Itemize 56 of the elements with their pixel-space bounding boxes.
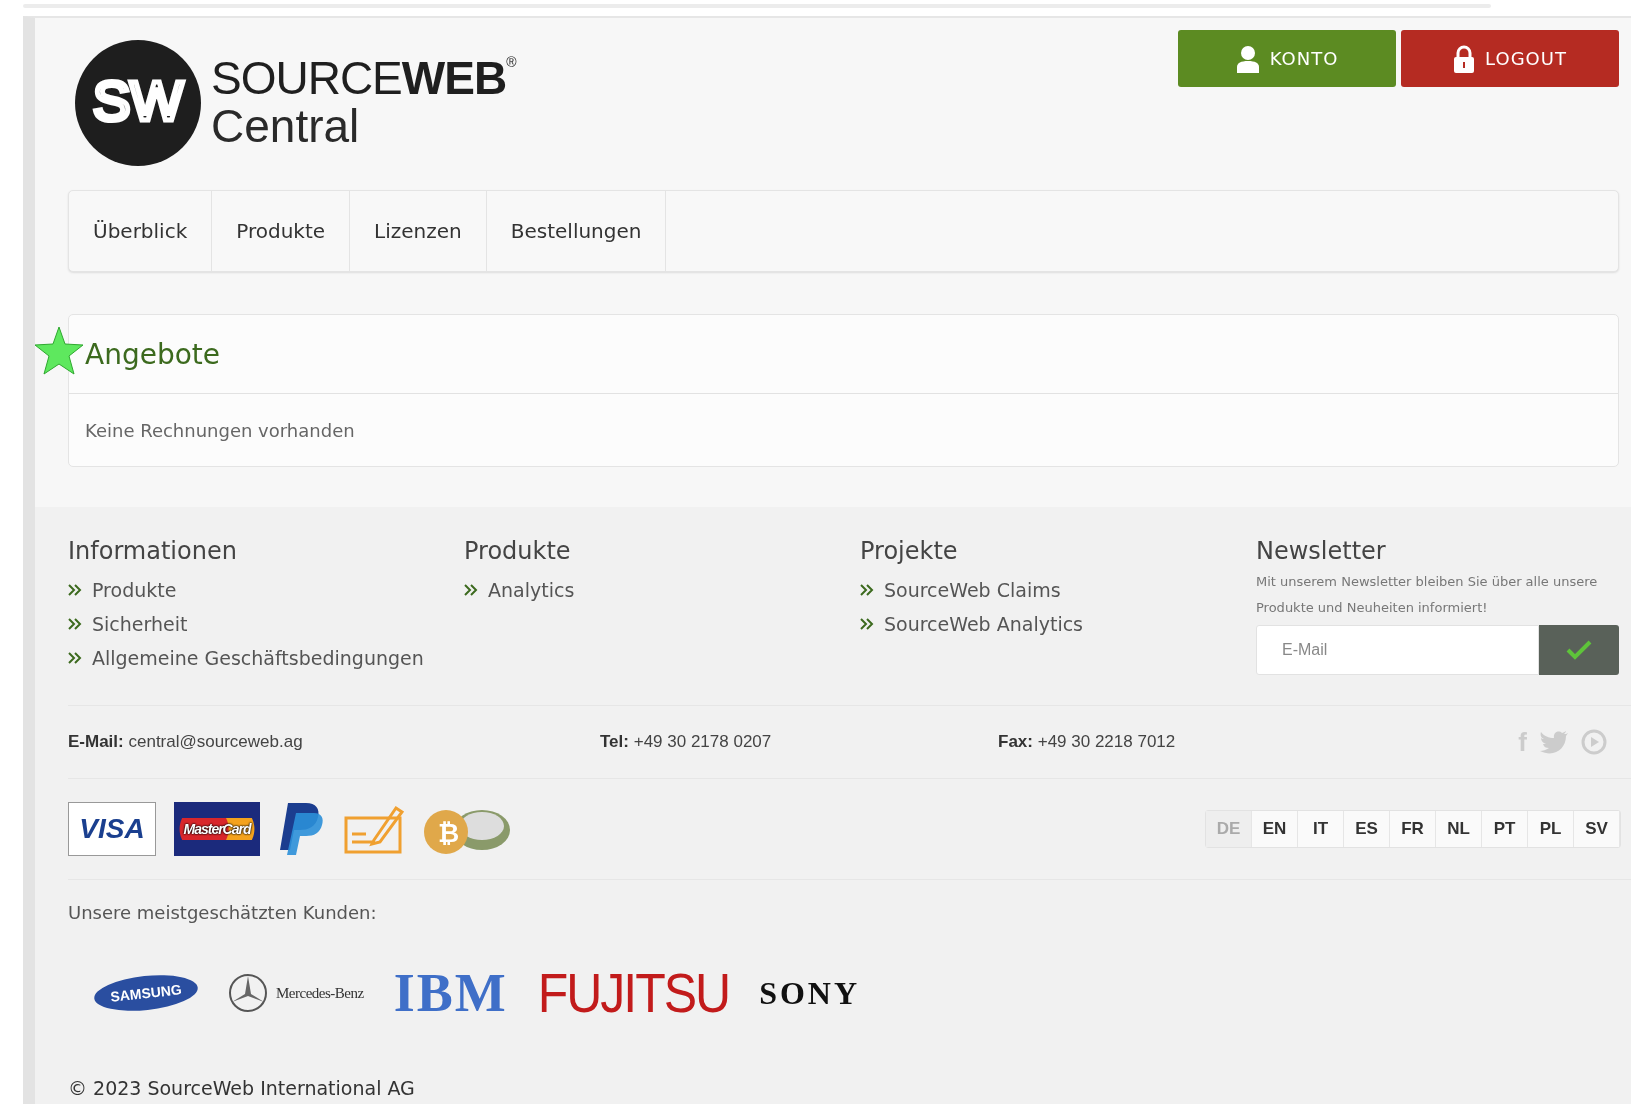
fujitsu-logo: FUJITSU xyxy=(537,961,730,1025)
footer-link[interactable]: Produkte xyxy=(68,579,464,601)
chevron-icon xyxy=(860,584,874,596)
chevron-icon xyxy=(68,652,82,664)
star-circle-icon xyxy=(228,973,268,1013)
language-option[interactable]: IT xyxy=(1298,811,1344,847)
footer-heading: Newsletter xyxy=(1256,537,1387,565)
email-field[interactable]: E-Mail xyxy=(1256,625,1539,675)
chevron-icon xyxy=(464,584,478,596)
contact-info: Fax: +49 30 2218 7012 xyxy=(998,732,1177,752)
language-option[interactable]: SV xyxy=(1574,811,1620,847)
copyright-text: © 2023 SourceWeb International AG xyxy=(68,1076,416,1101)
language-option[interactable]: PL xyxy=(1528,811,1574,847)
chevron-icon xyxy=(860,618,874,630)
language-option[interactable]: PT xyxy=(1482,811,1528,847)
language-option[interactable]: ES xyxy=(1344,811,1390,847)
logout-button[interactable]: LOGOUT xyxy=(1401,30,1619,87)
footer-heading: Informationen xyxy=(68,537,238,565)
twitter-icon[interactable] xyxy=(1539,730,1569,754)
footer-link[interactable]: Sicherheit xyxy=(68,613,464,635)
chevron-icon xyxy=(68,584,82,596)
language-option[interactable]: NL xyxy=(1436,811,1482,847)
brand-name: SOURCEWEB$^{®}$ xyxy=(211,54,516,101)
footer-heading: Projekte xyxy=(860,537,959,565)
visa-logo: VISA xyxy=(68,802,156,856)
newsletter-text: Mit unserem Newsletter bleiben Sie über alle unsere Produkte und Neuheiten informiert! xyxy=(1256,573,1599,617)
nav-tab[interactable]: Überblick xyxy=(69,191,213,271)
paypal-icon xyxy=(278,801,326,857)
empty-message: Keine Rechnungen vorhanden xyxy=(85,419,355,441)
footer-heading: Produkte xyxy=(464,537,572,565)
customers-heading: Unsere meistgeschätzten Kunden: xyxy=(68,902,378,923)
nav-tab[interactable]: Bestellungen xyxy=(486,191,667,271)
account-button[interactable]: KONTO xyxy=(1178,30,1396,87)
footer-link[interactable]: SourceWeb Claims xyxy=(860,579,1256,601)
language-option[interactable]: FR xyxy=(1390,811,1436,847)
footer-link[interactable]: Analytics xyxy=(464,579,860,601)
user-icon xyxy=(1235,44,1260,73)
logo-mark: SW xyxy=(75,40,201,166)
footer-link[interactable]: Allgemeine Geschäftsbedingungen xyxy=(68,647,464,669)
subscribe-button[interactable] xyxy=(1539,625,1619,675)
contact-info: Tel: +49 30 2178 0207 xyxy=(600,732,773,752)
contact-info: E-Mail: central@sourceweb.ag xyxy=(68,732,304,752)
panel-title: Angebote xyxy=(85,337,220,371)
nav-tab[interactable]: Produkte xyxy=(212,191,351,271)
brand-subtitle: Central xyxy=(211,100,361,152)
star-icon xyxy=(33,325,85,377)
mercedes-logo: Mercedes-Benz xyxy=(276,984,364,1002)
play-icon[interactable] xyxy=(1581,729,1607,755)
language-option[interactable]: EN xyxy=(1252,811,1298,847)
nav-tab[interactable]: Lizenzen xyxy=(350,191,487,271)
sony-logo: SONY xyxy=(759,974,861,1012)
lock-icon xyxy=(1453,44,1476,73)
ibm-logo: IBM xyxy=(393,962,508,1024)
check-icon xyxy=(1566,640,1592,660)
footer-link[interactable]: SourceWeb Analytics xyxy=(860,613,1256,635)
chevron-icon xyxy=(68,618,82,630)
